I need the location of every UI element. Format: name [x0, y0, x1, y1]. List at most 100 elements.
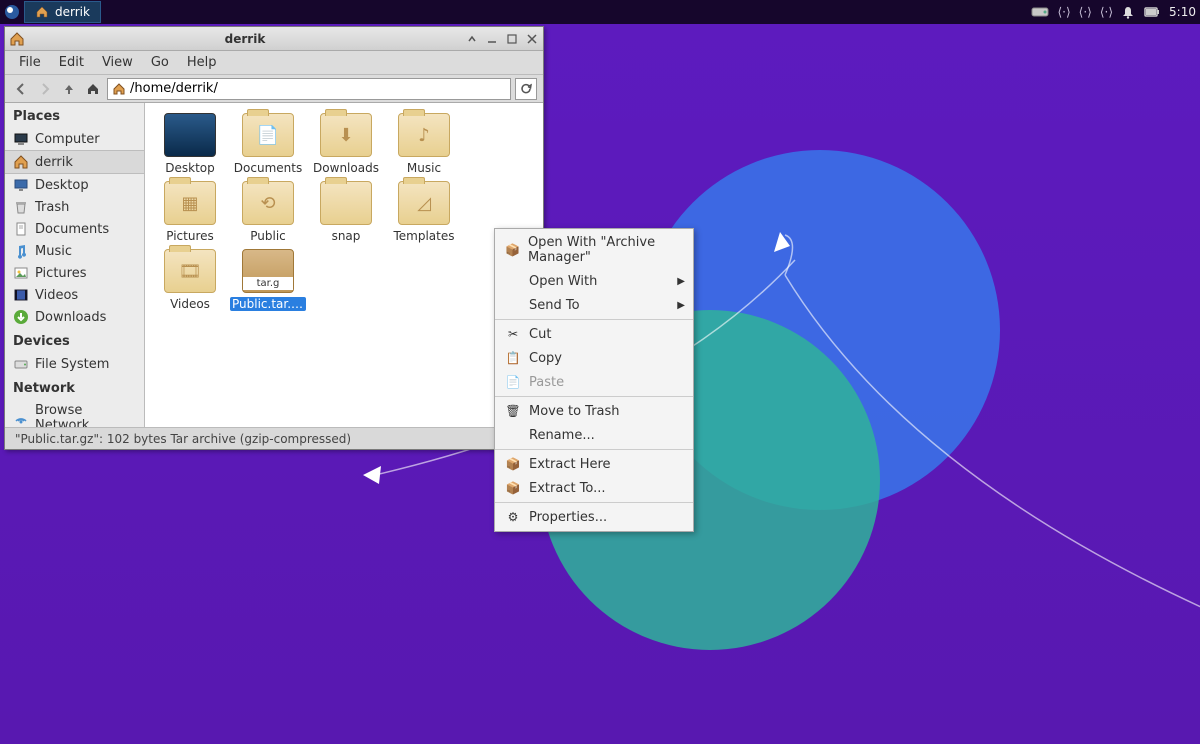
file-item-documents[interactable]: 📄Documents: [229, 113, 307, 175]
menu-item-label: Open With: [529, 274, 597, 289]
sidebar-item-browse-network[interactable]: Browse Network: [5, 400, 144, 427]
submenu-arrow-icon: ▶: [677, 276, 685, 287]
menu-item-paste: 📄Paste: [495, 370, 693, 394]
menu-item-extract-to[interactable]: 📦Extract To...: [495, 476, 693, 500]
window-close-button[interactable]: [525, 32, 539, 46]
menu-go[interactable]: Go: [143, 53, 177, 72]
sidebar-item-label: Documents: [35, 222, 109, 237]
sidebar-item-label: File System: [35, 357, 109, 372]
start-menu-icon[interactable]: [0, 0, 24, 24]
file-item-public-tar-gz[interactable]: Public.tar.gz: [229, 249, 307, 311]
folder-icon: ⟲: [242, 181, 294, 225]
menu-edit[interactable]: Edit: [51, 53, 92, 72]
tray-notification-icon[interactable]: [1121, 5, 1135, 19]
menu-view[interactable]: View: [94, 53, 141, 72]
tray-net-icon-3[interactable]: ⟨·⟩: [1100, 5, 1113, 19]
location-bar[interactable]: /home/derrik/: [107, 78, 511, 100]
nav-up-button[interactable]: [59, 79, 79, 99]
file-item-downloads[interactable]: ⬇ Downloads: [307, 113, 385, 175]
sidebar-item-file-system[interactable]: File System: [5, 353, 144, 375]
folder-icon: ▦: [164, 181, 216, 225]
sidebar-item-label: Music: [35, 244, 72, 259]
folder-icon: [320, 181, 372, 225]
sidebar-item-computer[interactable]: Computer: [5, 128, 144, 150]
menu-item-icon: [505, 273, 521, 289]
nav-forward-button[interactable]: [35, 79, 55, 99]
file-item-pictures[interactable]: ▦Pictures: [151, 181, 229, 243]
tray-disk-icon[interactable]: [1031, 5, 1049, 19]
window-maximize-button[interactable]: [505, 32, 519, 46]
refresh-button[interactable]: [515, 78, 537, 100]
menubar: FileEditViewGoHelp: [5, 51, 543, 75]
sidebar-item-desktop[interactable]: Desktop: [5, 174, 144, 196]
network-icon: [13, 410, 29, 426]
sidebar-item-documents[interactable]: Documents: [5, 218, 144, 240]
sidebar-item-music[interactable]: Music: [5, 240, 144, 262]
home-icon: [35, 5, 49, 19]
context-menu: 📦Open With "Archive Manager" Open With ▶ Se…: [494, 228, 694, 532]
menu-item-label: Rename...: [529, 428, 595, 443]
menu-file[interactable]: File: [11, 53, 49, 72]
folder-icon: ♪: [398, 113, 450, 157]
sidebar-item-trash[interactable]: Trash: [5, 196, 144, 218]
videos-icon: [13, 287, 29, 303]
tray-net-icon-1[interactable]: ⟨·⟩: [1057, 5, 1070, 19]
menu-item-move-to-trash[interactable]: 🗑Move to Trash: [495, 399, 693, 423]
menu-item-send-to[interactable]: Send To▶: [495, 293, 693, 317]
menu-item-open-with[interactable]: Open With ▶: [495, 269, 693, 293]
tray-power-icon[interactable]: [1143, 5, 1161, 19]
desktop-icon: [164, 113, 216, 157]
file-item-desktop[interactable]: Desktop: [151, 113, 229, 175]
sidebar-item-label: Downloads: [35, 310, 106, 325]
tray-clock[interactable]: 5:10: [1169, 5, 1196, 19]
menu-help[interactable]: Help: [179, 53, 225, 72]
file-item-snap[interactable]: snap: [307, 181, 385, 243]
documents-icon: [13, 221, 29, 237]
nav-back-button[interactable]: [11, 79, 31, 99]
nav-home-button[interactable]: [83, 79, 103, 99]
file-item-music[interactable]: ♪Music: [385, 113, 463, 175]
desktop-icon: [13, 177, 29, 193]
sidebar-item-downloads[interactable]: Downloads: [5, 306, 144, 328]
file-view[interactable]: Desktop📄Documents ⬇ Downloads ♪Music ▦Pictur…: [145, 103, 543, 427]
menu-item-rename[interactable]: Rename...: [495, 423, 693, 447]
menu-item-label: Extract Here: [529, 457, 611, 472]
menu-item-icon: 📦: [505, 480, 521, 496]
sidebar-item-label: Browse Network: [35, 403, 136, 427]
sidebar-item-pictures[interactable]: Pictures: [5, 262, 144, 284]
trash-icon: [13, 199, 29, 215]
menu-item-copy[interactable]: 📋Copy: [495, 346, 693, 370]
file-label: Public.tar.gz: [230, 297, 306, 311]
menu-item-cut[interactable]: ✂Cut: [495, 322, 693, 346]
window-menu-button[interactable]: [465, 32, 479, 46]
menu-item-icon: 📋: [505, 350, 521, 366]
toolbar: /home/derrik/: [5, 75, 543, 103]
file-item-public[interactable]: ⟲Public: [229, 181, 307, 243]
window-home-icon: [9, 31, 25, 47]
tray-net-icon-2[interactable]: ⟨·⟩: [1079, 5, 1092, 19]
file-label: Downloads: [313, 161, 379, 175]
sidebar-item-videos[interactable]: Videos: [5, 284, 144, 306]
window-minimize-button[interactable]: [485, 32, 499, 46]
statusbar-text: "Public.tar.gz": 102 bytes Tar archive (…: [15, 432, 351, 446]
menu-item-label: Send To: [529, 298, 580, 313]
window-titlebar[interactable]: derrik: [5, 27, 543, 51]
menu-item-properties[interactable]: ⚙Properties...: [495, 505, 693, 529]
menu-item-extract-here[interactable]: 📦Extract Here: [495, 452, 693, 476]
window-title: derrik: [25, 32, 465, 46]
taskbar-active-window[interactable]: derrik: [24, 1, 101, 23]
system-tray: ⟨·⟩ ⟨·⟩ ⟨·⟩ 5:10: [1031, 5, 1200, 19]
sidebar-section-places: Places: [5, 103, 144, 128]
file-item-templates[interactable]: ◿Templates: [385, 181, 463, 243]
menu-item-label: Cut: [529, 327, 551, 342]
pictures-icon: [13, 265, 29, 281]
sidebar-item-derrik[interactable]: derrik: [5, 150, 144, 174]
menu-item-icon: 📦: [505, 242, 520, 258]
menu-item-icon: [505, 297, 521, 313]
menu-item-open-with-archive-manager[interactable]: 📦Open With "Archive Manager": [495, 231, 693, 269]
folder-icon: ⬇: [320, 113, 372, 157]
sidebar-item-label: Desktop: [35, 178, 89, 193]
file-item-videos[interactable]: 🎞Videos: [151, 249, 229, 311]
menu-item-icon: 📄: [505, 374, 521, 390]
drive-icon: [13, 356, 29, 372]
